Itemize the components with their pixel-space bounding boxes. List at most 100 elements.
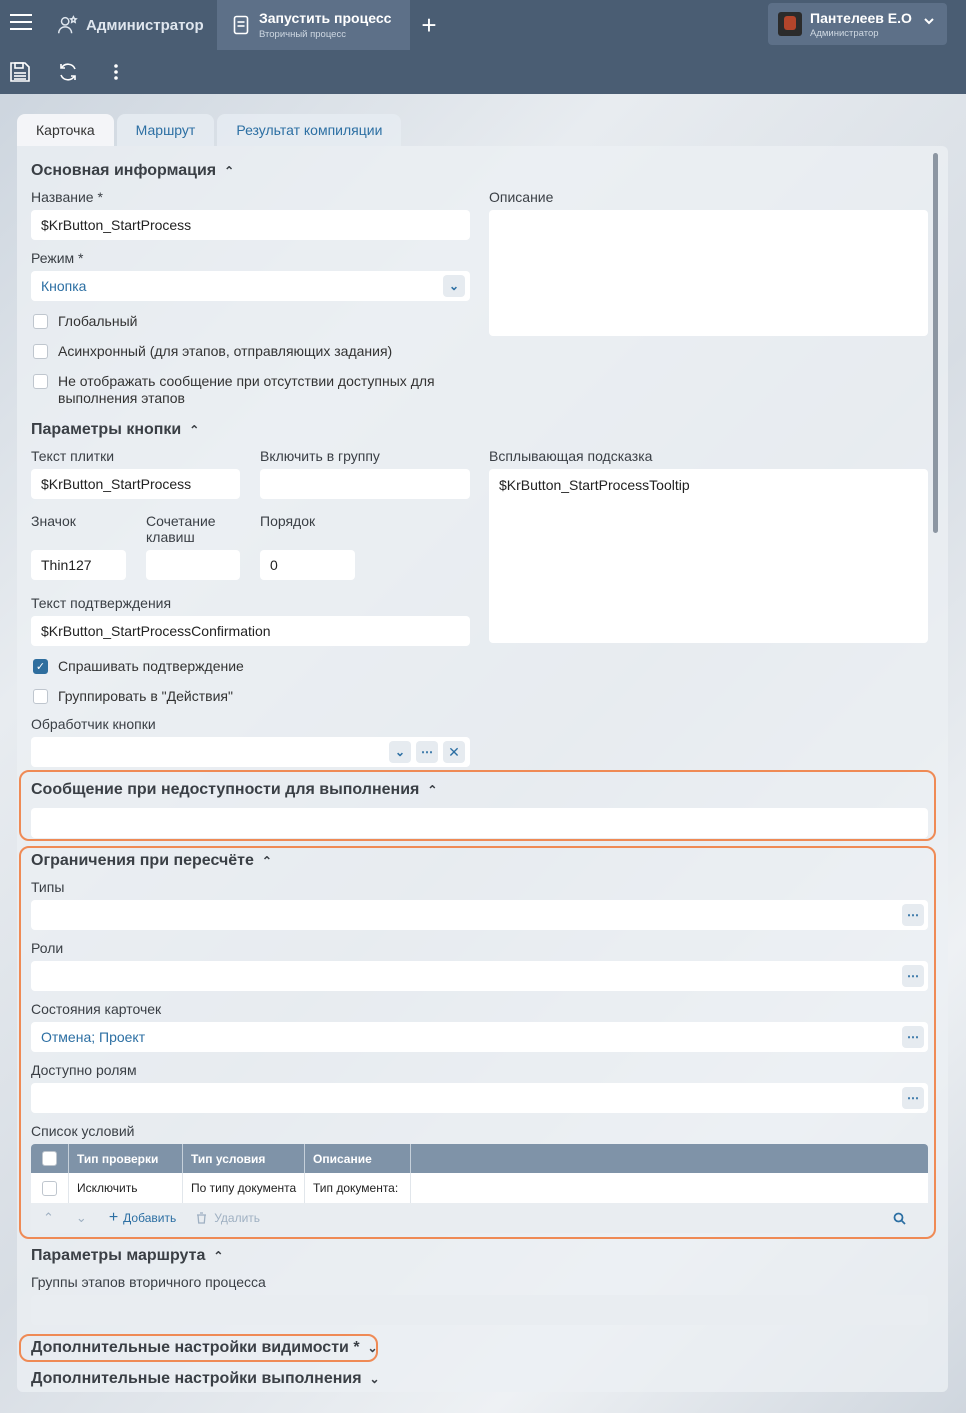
- add-condition-label: Добавить: [123, 1211, 177, 1225]
- save-icon[interactable]: [9, 61, 31, 83]
- checkbox-group-actions-box[interactable]: [33, 689, 48, 704]
- chevron-up-icon: ⌃: [224, 164, 235, 178]
- row-checkbox[interactable]: [42, 1180, 57, 1196]
- section-button-params-title: Параметры кнопки: [31, 421, 182, 438]
- plus-icon: +: [108, 1209, 119, 1226]
- icon-input[interactable]: Thin127: [31, 550, 126, 580]
- close-icon[interactable]: ✕: [443, 741, 465, 763]
- delete-condition-button[interactable]: Удалить: [196, 1211, 260, 1225]
- checkbox-async-box[interactable]: [33, 344, 48, 359]
- table-row[interactable]: Исключить По типу документа Тип документ…: [31, 1173, 928, 1203]
- add-tab-button[interactable]: +: [418, 0, 440, 50]
- unavailable-message-input[interactable]: [31, 808, 928, 838]
- types-label: Типы: [31, 879, 65, 895]
- more-horizontal-icon[interactable]: ⋯: [416, 741, 438, 763]
- checkbox-ask-confirm[interactable]: ✓ Спрашивать подтверждение: [33, 658, 244, 674]
- grid-header-condition-type[interactable]: Тип условия: [183, 1144, 305, 1173]
- cell-check-type: Исключить: [69, 1173, 183, 1203]
- checkbox-global[interactable]: Глобальный: [33, 313, 137, 329]
- section-unavailable-message-title: Сообщение при недоступности для выполнен…: [31, 781, 420, 798]
- search-icon[interactable]: [893, 1212, 906, 1225]
- select-all-checkbox[interactable]: [42, 1151, 57, 1166]
- stage-groups-label: Группы этапов вторичного процесса: [31, 1274, 266, 1290]
- section-route-params[interactable]: Параметры маршрута ⌃: [31, 1247, 223, 1265]
- checkbox-global-label: Глобальный: [58, 313, 138, 329]
- description-textarea[interactable]: [489, 210, 928, 336]
- move-down-icon[interactable]: ⌄: [76, 1210, 87, 1226]
- add-condition-button[interactable]: + Добавить: [109, 1209, 176, 1227]
- tab-route[interactable]: Маршрут: [116, 114, 215, 146]
- tooltip-textarea[interactable]: $KrButton_StartProcessTooltip: [489, 469, 928, 643]
- states-input[interactable]: Отмена; Проект: [31, 1022, 928, 1052]
- grid-select-all[interactable]: [31, 1144, 69, 1173]
- states-label: Состояния карточек: [31, 1001, 162, 1017]
- more-horizontal-icon[interactable]: ⋯: [902, 1026, 924, 1048]
- more-horizontal-icon[interactable]: ⋯: [902, 904, 924, 926]
- tab-card[interactable]: Карточка: [17, 114, 114, 146]
- cell-condition-type: По типу документа: [183, 1173, 305, 1203]
- section-extra-execution-title: Дополнительные настройки выполнения: [31, 1370, 362, 1387]
- hotkey-label: Сочетание клавиш: [146, 513, 216, 545]
- more-horizontal-icon[interactable]: ⋯: [902, 1087, 924, 1109]
- section-main-info-title: Основная информация: [31, 162, 217, 179]
- more-vertical-icon[interactable]: [105, 61, 127, 83]
- checkbox-async[interactable]: Асинхронный (для этапов, отправляющих за…: [33, 343, 392, 359]
- tab-compilation-result[interactable]: Результат компиляции: [217, 114, 402, 146]
- section-button-params[interactable]: Параметры кнопки ⌃: [31, 421, 199, 439]
- refresh-icon[interactable]: [57, 61, 79, 83]
- tab-start-process[interactable]: Запустить процесс Вторичный процесс: [217, 0, 410, 50]
- conditions-label: Список условий: [31, 1123, 135, 1139]
- cell-empty: [411, 1173, 928, 1203]
- grid-header-description[interactable]: Описание: [305, 1144, 411, 1173]
- grid-header: Тип проверки Тип условия Описание: [31, 1144, 928, 1173]
- more-horizontal-icon[interactable]: ⋯: [902, 965, 924, 987]
- top-bar: Администратор Запустить процесс Вторичны…: [0, 0, 966, 50]
- row-select[interactable]: [31, 1173, 69, 1203]
- icon-label: Значок: [31, 513, 76, 529]
- order-input[interactable]: 0: [260, 550, 355, 580]
- roles-input[interactable]: [31, 961, 928, 991]
- confirm-text-input[interactable]: $KrButton_StartProcessConfirmation: [31, 616, 470, 646]
- types-input[interactable]: [31, 900, 928, 930]
- move-up-icon[interactable]: ⌃: [43, 1210, 54, 1226]
- checkbox-ask-confirm-label: Спрашивать подтверждение: [58, 658, 244, 674]
- section-main-info[interactable]: Основная информация ⌃: [31, 162, 234, 180]
- document-icon: [233, 15, 249, 35]
- tab-administrator[interactable]: Администратор: [56, 0, 216, 50]
- user-name: Пантелеев Е.О: [810, 9, 912, 26]
- grid-header-empty: [411, 1144, 928, 1173]
- scrollbar[interactable]: [933, 153, 938, 533]
- tab-start-process-title: Запустить процесс: [259, 10, 392, 26]
- checkbox-group-actions[interactable]: Группировать в "Действия": [33, 688, 233, 704]
- checkbox-group-actions-label: Группировать в "Действия": [58, 688, 233, 704]
- available-roles-input[interactable]: [31, 1083, 928, 1113]
- hotkey-input[interactable]: [146, 550, 240, 580]
- tile-text-label: Текст плитки: [31, 448, 115, 464]
- section-extra-execution[interactable]: Дополнительные настройки выполнения ⌄: [31, 1370, 380, 1388]
- section-extra-visibility[interactable]: Дополнительные настройки видимости * ⌄: [31, 1339, 378, 1357]
- name-input[interactable]: $KrButton_StartProcess: [31, 210, 470, 240]
- grid-header-check-type[interactable]: Тип проверки: [69, 1144, 183, 1173]
- chevron-down-icon[interactable]: ⌄: [389, 741, 411, 763]
- chevron-down-icon: ⌄: [369, 1372, 380, 1386]
- checkbox-hide-message[interactable]: Не отображать сообщение при отсутствии д…: [33, 373, 453, 407]
- hamburger-menu-icon[interactable]: [10, 14, 32, 34]
- section-restrictions[interactable]: Ограничения при пересчёте ⌃: [31, 852, 272, 870]
- checkbox-ask-confirm-box[interactable]: ✓: [33, 659, 48, 674]
- chevron-down-icon[interactable]: ⌄: [443, 275, 465, 297]
- section-route-params-title: Параметры маршрута: [31, 1247, 206, 1264]
- name-label: Название *: [31, 189, 103, 205]
- confirm-text-label: Текст подтверждения: [31, 595, 172, 611]
- mode-select[interactable]: Кнопка: [31, 271, 470, 301]
- card-tabs: Карточка Маршрут Результат компиляции: [17, 114, 404, 146]
- group-input[interactable]: [260, 469, 470, 499]
- tile-text-input[interactable]: $KrButton_StartProcess: [31, 469, 240, 499]
- toolbar: [0, 50, 966, 94]
- section-unavailable-message[interactable]: Сообщение при недоступности для выполнен…: [31, 781, 437, 799]
- user-menu[interactable]: Пантелеев Е.О Администратор: [768, 3, 947, 45]
- chevron-up-icon: ⌃: [261, 854, 272, 868]
- chevron-up-icon: ⌃: [189, 423, 200, 437]
- checkbox-global-box[interactable]: [33, 314, 48, 329]
- stage-groups-input[interactable]: [31, 1295, 928, 1325]
- checkbox-hide-message-box[interactable]: [33, 374, 48, 389]
